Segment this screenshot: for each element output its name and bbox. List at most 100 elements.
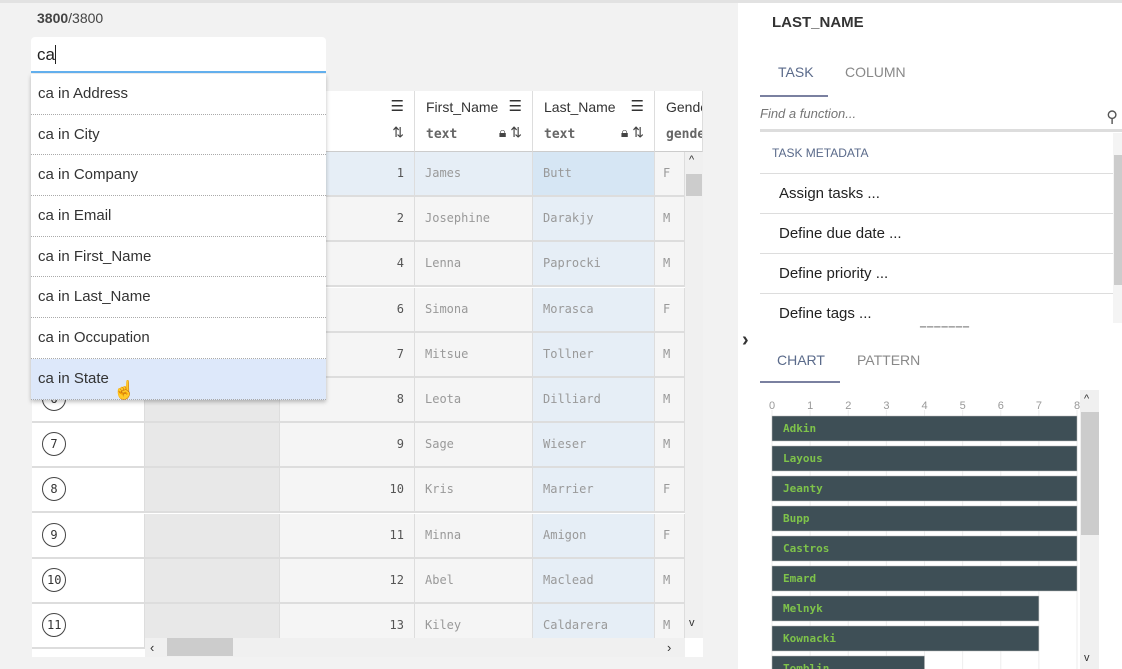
cell-first-name[interactable]: Lenna xyxy=(415,242,533,286)
column-header-gender[interactable]: Gende gender xyxy=(655,91,703,152)
bar[interactable] xyxy=(771,415,1078,442)
cell-last-name[interactable]: Morasca xyxy=(533,287,655,331)
cell-last-name[interactable]: Maclead xyxy=(533,558,655,602)
scroll-up-icon[interactable]: ^ xyxy=(689,154,694,166)
cell-first-name[interactable]: Sage xyxy=(415,423,533,467)
active-tab-indicator xyxy=(760,95,828,97)
cell-gender[interactable]: M xyxy=(655,423,685,467)
search-icon[interactable]: ⚲ xyxy=(1106,107,1118,127)
cell-first-name[interactable]: Josephine xyxy=(415,197,533,241)
sort-icon[interactable]: ⇅ xyxy=(392,124,404,141)
hand-cursor-icon: ☝ xyxy=(113,380,136,400)
lock-sort-icon[interactable]: 🔒︎ ⇅ xyxy=(499,124,522,141)
cell-first-name[interactable]: Kris xyxy=(415,468,533,512)
chevron-right-icon[interactable]: › xyxy=(742,329,749,352)
cell-last-name[interactable]: Tollner xyxy=(533,332,655,376)
cell-first-name[interactable]: James xyxy=(415,152,533,195)
task-item[interactable]: Define priority ... xyxy=(760,254,1113,294)
suggestion-item[interactable]: ca in Address xyxy=(31,74,326,115)
cell-id[interactable]: 9 xyxy=(280,423,415,467)
cell-id[interactable]: 12 xyxy=(280,558,415,602)
tab-pattern[interactable]: PATTERN xyxy=(857,352,920,368)
cell-gender[interactable]: M xyxy=(655,242,685,286)
bar-label: Layous xyxy=(783,452,823,465)
horizontal-scrollbar[interactable]: ‹ › xyxy=(145,638,685,657)
column-header-first-name[interactable]: First_Name ☰ text 🔒︎ ⇅ xyxy=(415,91,533,152)
menu-icon[interactable]: ☰ xyxy=(631,97,644,115)
cell-first-name[interactable]: Abel xyxy=(415,558,533,602)
suggestion-item[interactable]: ca in City xyxy=(31,115,326,156)
cell-gender[interactable]: M xyxy=(655,378,685,421)
task-item[interactable]: Define tags ... xyxy=(760,294,1113,323)
side-panel: LAST_NAME TASK COLUMN ⚲ TASK METADATA As… xyxy=(738,3,1122,669)
cell-last-name[interactable]: Amigon xyxy=(533,513,655,557)
cell-gender[interactable]: F xyxy=(655,287,685,331)
row-index-badge: 11 xyxy=(42,613,67,637)
scroll-left-icon[interactable]: ‹ xyxy=(150,640,154,655)
suggestion-item[interactable]: ca in First_Name xyxy=(31,237,326,278)
bar[interactable] xyxy=(771,565,1078,592)
record-count: 3800/3800 xyxy=(37,10,104,26)
column-header-last-name[interactable]: Last_Name ☰ text 🔒︎ ⇅ xyxy=(533,91,655,152)
cell-id[interactable]: 11 xyxy=(280,513,415,557)
scroll-right-icon[interactable]: › xyxy=(667,640,671,655)
cell-last-name[interactable]: Paprocki xyxy=(533,242,655,286)
x-tick-label: 7 xyxy=(1036,400,1042,412)
resize-handle[interactable]: ▔▔▔▔▔▔▔ xyxy=(920,327,970,336)
vertical-scrollbar[interactable]: ^ v xyxy=(685,152,703,638)
cell-gender[interactable]: M xyxy=(655,332,685,376)
cell-gender[interactable]: M xyxy=(655,558,685,602)
scroll-down-icon[interactable]: v xyxy=(689,617,695,629)
cell-first-name[interactable]: Simona xyxy=(415,287,533,331)
tab-task[interactable]: TASK xyxy=(778,64,814,80)
table-row[interactable]: 9 11 Minna Amigon F xyxy=(32,513,685,559)
suggestion-item[interactable]: ca in Occupation xyxy=(31,318,326,359)
cell-last-name[interactable]: Darakjy xyxy=(533,197,655,241)
cell-hidden[interactable] xyxy=(145,468,280,512)
cell-hidden[interactable] xyxy=(145,558,280,602)
suggestion-item[interactable]: ca in Email xyxy=(31,196,326,237)
cell-gender[interactable]: F xyxy=(655,152,685,195)
task-scrollbar[interactable] xyxy=(1113,133,1122,323)
chart-scrollbar[interactable]: ^ v xyxy=(1080,390,1099,669)
column-name: Last_Name xyxy=(544,99,616,115)
column-name: First_Name xyxy=(426,99,499,115)
row-index-badge: 10 xyxy=(42,567,67,592)
task-item[interactable]: Define due date ... xyxy=(760,214,1113,254)
cell-first-name[interactable]: Minna xyxy=(415,513,533,557)
cell-last-name[interactable]: Marrier xyxy=(533,468,655,512)
table-row[interactable]: 10 12 Abel Maclead M xyxy=(32,558,685,604)
scroll-up-icon[interactable]: ^ xyxy=(1084,393,1089,405)
bar[interactable] xyxy=(771,505,1078,532)
suggestion-item[interactable]: ca in Company xyxy=(31,155,326,197)
cell-gender[interactable]: M xyxy=(655,197,685,241)
column-type: text xyxy=(544,127,576,142)
cell-last-name[interactable]: Dilliard xyxy=(533,378,655,421)
search-input[interactable]: ca xyxy=(31,37,326,73)
cell-last-name[interactable]: Butt xyxy=(533,152,655,195)
suggestion-item[interactable]: ca in Last_Name xyxy=(31,277,326,319)
cell-first-name[interactable]: Leota xyxy=(415,378,533,421)
cell-first-name[interactable]: Mitsue xyxy=(415,332,533,376)
menu-icon[interactable]: ☰ xyxy=(391,97,404,115)
tab-column[interactable]: COLUMN xyxy=(845,64,906,80)
tab-chart[interactable]: CHART xyxy=(777,352,825,368)
lock-sort-icon[interactable]: 🔒︎ ⇅ xyxy=(621,124,644,141)
cell-id[interactable]: 10 xyxy=(280,468,415,512)
scroll-down-icon[interactable]: v xyxy=(1084,652,1090,664)
cell-last-name[interactable]: Wieser xyxy=(533,423,655,467)
function-search[interactable]: ⚲ xyxy=(760,105,1122,132)
cell-gender[interactable]: F xyxy=(655,513,685,557)
menu-icon[interactable]: ☰ xyxy=(509,97,522,115)
row-number: 10 xyxy=(32,558,145,602)
cell-hidden[interactable] xyxy=(145,423,280,467)
suggestion-item[interactable]: ca in State xyxy=(31,358,326,400)
suggestion-dropdown: ca in Address ca in City ca in Company ca i… xyxy=(31,74,326,400)
cell-hidden[interactable] xyxy=(145,513,280,557)
task-item[interactable]: Assign tasks ... xyxy=(760,174,1113,214)
table-row[interactable]: 7 9 Sage Wieser M xyxy=(32,423,685,469)
x-tick-label: 5 xyxy=(960,400,966,412)
table-row[interactable]: 8 10 Kris Marrier F xyxy=(32,468,685,514)
function-search-input[interactable] xyxy=(760,106,1090,121)
cell-gender[interactable]: F xyxy=(655,468,685,512)
